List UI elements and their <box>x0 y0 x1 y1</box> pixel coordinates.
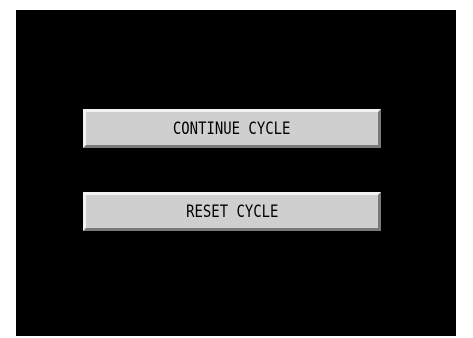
reset-cycle-button[interactable]: RESET CYCLE <box>83 192 381 231</box>
reset-cycle-label: RESET CYCLE <box>185 201 279 222</box>
continue-cycle-label: CONTINUE CYCLE <box>173 118 291 139</box>
hmi-screen: CONTINUE CYCLE RESET CYCLE <box>16 10 456 336</box>
continue-cycle-button[interactable]: CONTINUE CYCLE <box>83 109 381 148</box>
